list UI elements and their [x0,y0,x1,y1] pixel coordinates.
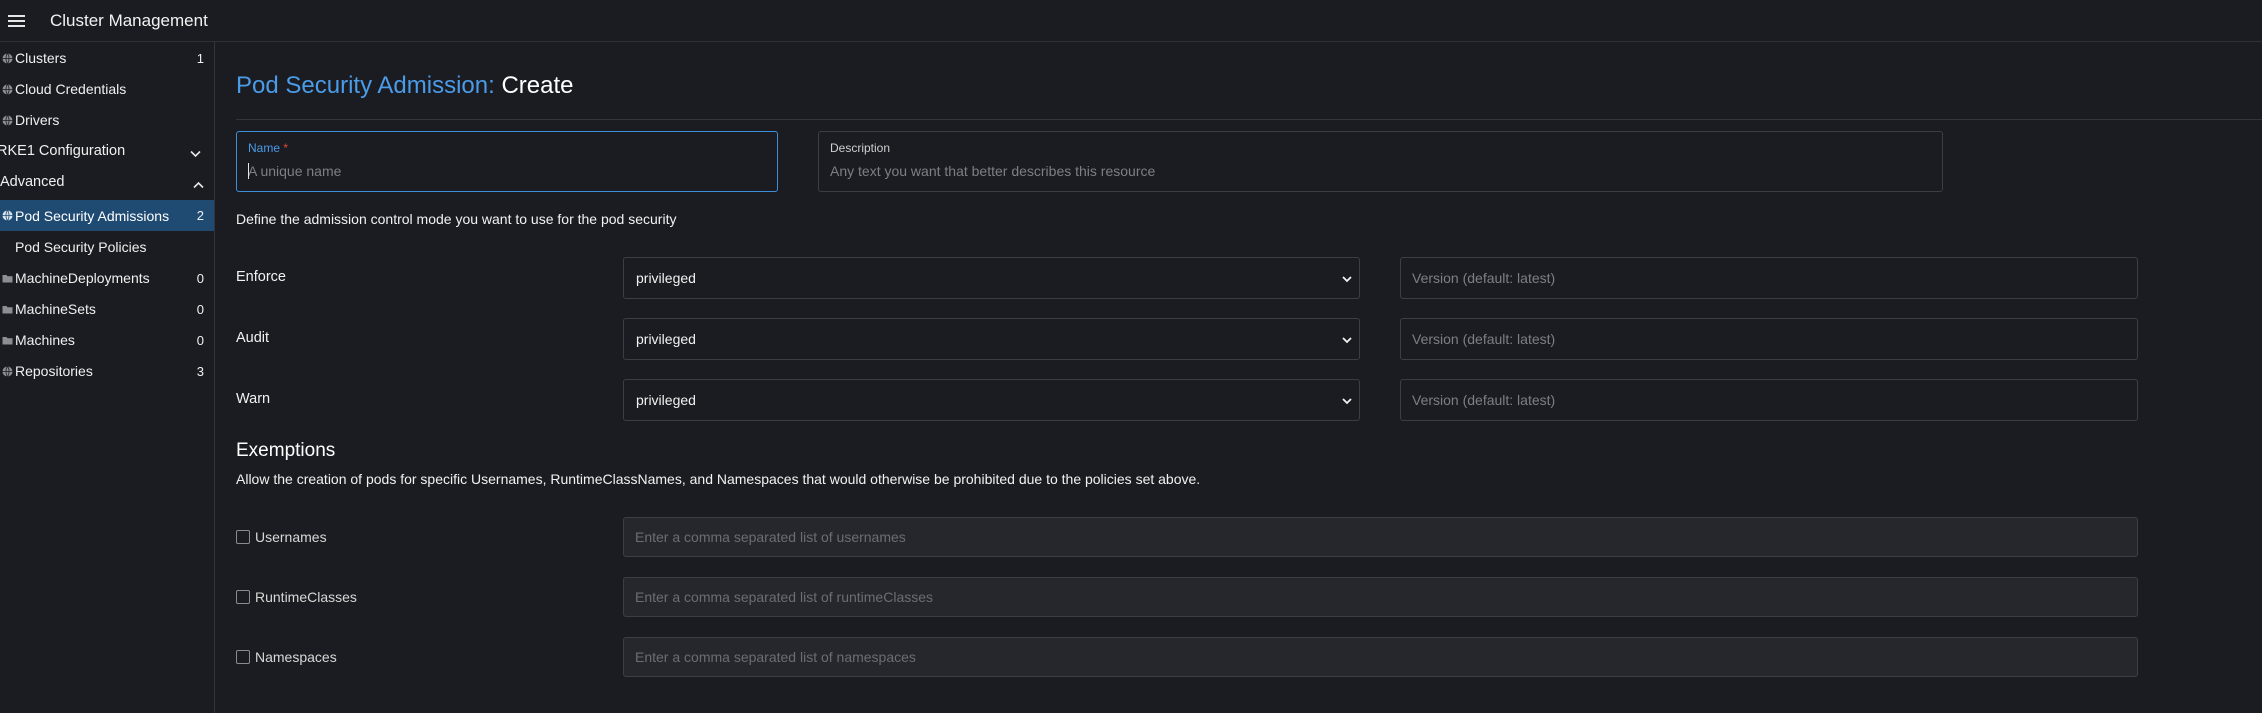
sidebar-item-pod-security-admissions[interactable]: Pod Security Admissions 2 [0,200,214,231]
sidebar-item-label: Pod Security Admissions [15,207,170,224]
text-caret [248,163,249,179]
enforce-version-input[interactable] [1400,257,2138,299]
globe-icon [0,209,14,223]
exemptions-title: Exemptions [236,440,336,461]
warn-level-select[interactable]: privileged [623,379,1360,421]
sidebar-group-advanced[interactable]: Advanced [0,169,214,195]
sidebar-item-count: 0 [196,301,204,317]
sidebar-item-clusters[interactable]: Clusters 1 [0,45,214,71]
usernames-checkbox[interactable]: Usernames [236,529,327,545]
globe-icon [0,51,14,65]
audit-level-select[interactable]: privileged [623,318,1360,360]
sidebar-item-count: 0 [196,270,204,286]
checkbox-box[interactable] [236,590,250,604]
globe-icon [0,113,14,127]
namespaces-input[interactable] [623,637,2138,677]
runtimeclasses-checkbox[interactable]: RuntimeClasses [236,589,357,605]
usernames-field[interactable] [624,518,2137,556]
name-field[interactable]: Name * [236,131,778,192]
page-title: Pod Security Admission: Create [236,72,574,100]
top-bar: Cluster Management [0,0,2262,42]
enforce-level-select[interactable]: privileged [623,257,1360,299]
checkbox-box[interactable] [236,650,250,664]
name-input[interactable] [248,160,766,182]
runtimeclasses-label: RuntimeClasses [255,589,357,605]
audit-version-input[interactable] [1400,318,2138,360]
sidebar-item-label: Drivers [15,112,60,128]
sidebar-item-label: Repositories [15,363,93,379]
chevron-down-icon [1341,333,1353,349]
audit-level-value: privileged [636,331,696,347]
sidebar-item-machinesets[interactable]: MachineSets 0 [0,296,214,322]
usernames-input[interactable] [623,517,2138,557]
sidebar-item-label: Machines [15,332,75,348]
mode-hint: Define the admission control mode you wa… [236,211,677,227]
sidebar-item-label: Cloud Credentials [15,81,127,97]
sidebar-group-label: RKE1 Configuration [0,143,126,159]
runtimeclasses-field[interactable] [624,578,2137,616]
namespaces-checkbox[interactable]: Namespaces [236,649,337,665]
runtimeclasses-input[interactable] [623,577,2138,617]
sidebar-item-drivers[interactable]: Drivers [0,107,214,133]
divider [236,119,2262,120]
name-field-label: Name * [248,141,288,155]
enforce-level-value: privileged [636,270,696,286]
app-title: Cluster Management [50,10,208,30]
audit-label: Audit [236,330,270,346]
name-label-text: Name [248,141,281,155]
chevron-down-icon [1341,272,1353,288]
sidebar-item-count: 0 [196,332,204,348]
page-title-mode: Create [501,72,574,99]
description-field-label: Description [830,141,891,155]
sidebar-item-cloud-credentials[interactable]: Cloud Credentials [0,76,214,102]
enforce-version-field[interactable] [1401,258,2137,298]
sidebar: Clusters 1 Cloud Credentials Drivers RKE… [0,42,215,713]
exemptions-description: Allow the creation of pods for specific … [236,471,1201,487]
chevron-up-icon [193,176,204,192]
warn-version-field[interactable] [1401,380,2137,420]
page-title-resource[interactable]: Pod Security Admission: [236,72,495,99]
namespaces-field[interactable] [624,638,2137,676]
sidebar-item-label: MachineSets [15,301,96,317]
folder-icon [0,333,14,347]
sidebar-item-pod-security-policies[interactable]: Pod Security Policies [0,234,214,260]
sidebar-item-machinedeployments[interactable]: MachineDeployments 0 [0,265,214,291]
sidebar-group-label: Advanced [0,174,65,190]
sidebar-item-machines[interactable]: Machines 0 [0,327,214,353]
enforce-label: Enforce [236,269,286,285]
sidebar-item-count: 3 [196,363,204,379]
chevron-down-icon [1341,394,1353,410]
warn-version-input[interactable] [1400,379,2138,421]
folder-icon [0,271,14,285]
warn-label: Warn [236,391,271,407]
sidebar-item-label: Clusters [15,50,67,66]
warn-level-value: privileged [636,392,696,408]
sidebar-item-count: 1 [196,50,204,66]
namespaces-label: Namespaces [255,649,337,665]
chevron-down-icon [190,145,201,161]
sidebar-item-count: 2 [196,208,204,223]
sidebar-group-rke1-configuration[interactable]: RKE1 Configuration [0,138,211,164]
description-field[interactable]: Description [818,131,1943,192]
usernames-label: Usernames [255,529,327,545]
description-input[interactable] [830,160,1931,182]
sidebar-item-repositories[interactable]: Repositories 3 [0,358,214,384]
main-content: Pod Security Admission: Create Name * De… [236,42,2262,713]
globe-icon [0,82,14,96]
globe-icon [0,364,14,378]
folder-icon [0,302,14,316]
audit-version-field[interactable] [1401,319,2137,359]
sidebar-item-label: MachineDeployments [15,270,150,286]
sidebar-item-label: Pod Security Policies [15,239,147,255]
required-marker: * [283,141,289,155]
checkbox-box[interactable] [236,530,250,544]
hamburger-menu-icon[interactable] [2,6,32,36]
